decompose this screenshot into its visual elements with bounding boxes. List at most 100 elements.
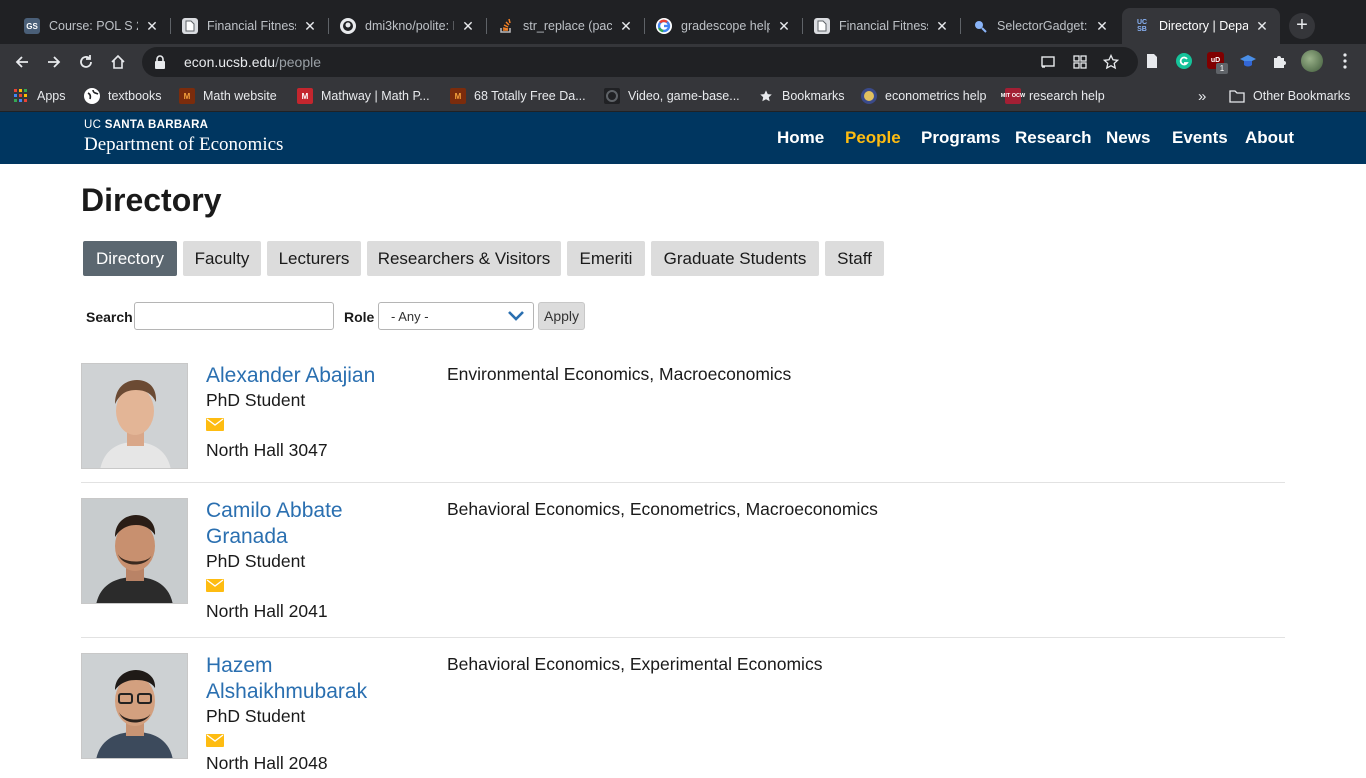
bookmark-label: textbooks [108,89,162,103]
browser-tab[interactable]: dmi3kno/polite: I ✕ [328,8,486,44]
person-photo[interactable] [81,363,188,469]
browser-tab[interactable]: Financial Fitness ✕ [170,8,328,44]
bookmark-video-game[interactable]: Video, game-base... [604,86,740,106]
bookmark-textbooks[interactable]: textbooks [84,86,162,106]
math-site-icon: M [179,88,195,104]
bookmarks-overflow-button[interactable]: » [1198,86,1206,106]
reload-button[interactable] [74,50,98,74]
nav-people[interactable]: People [845,128,901,148]
mathway-icon: M [297,88,313,104]
bookmark-mathway[interactable]: M Mathway | Math P... [297,86,430,106]
document-icon [814,18,830,34]
url-path: /people [275,54,322,70]
other-bookmarks-folder[interactable]: Other Bookmarks [1229,86,1350,106]
bookmark-research-help[interactable]: MIT OCW research help [1001,86,1105,106]
browser-tab[interactable]: SelectorGadget: ✕ [960,8,1120,44]
browser-tab[interactable]: gradescope help ✕ [644,8,802,44]
department-name[interactable]: Department of Economics [84,134,283,156]
nav-news[interactable]: News [1106,128,1150,148]
ublock-icon[interactable]: uD 1 [1207,52,1229,76]
tab-graduate-students[interactable]: Graduate Students [651,241,819,276]
close-tab-icon[interactable]: ✕ [1094,18,1110,35]
bookmark-label: Math website [203,89,277,103]
envelope-icon[interactable] [206,579,224,592]
person-photo[interactable] [81,498,188,604]
extension-badge: 1 [1216,63,1228,74]
lock-icon [155,55,165,69]
profile-avatar[interactable] [1301,50,1323,72]
graduation-cap-icon[interactable] [1239,52,1257,70]
nav-research[interactable]: Research [1015,128,1092,148]
site-header: UC SANTA BARBARA Department of Economics… [0,112,1366,164]
browser-tab[interactable]: GS Course: POL S 2 ✕ [12,8,170,44]
puzzle-icon[interactable] [1271,52,1289,70]
bookmark-free-data[interactable]: M 68 Totally Free Da... [450,86,586,106]
close-tab-icon[interactable]: ✕ [776,18,792,35]
grid-icon[interactable] [1072,54,1088,70]
back-button[interactable] [10,50,34,74]
arrow-right-icon [48,56,61,68]
close-tab-icon[interactable]: ✕ [618,18,634,35]
bookmark-folder-bookmarks[interactable]: Bookmarks [758,86,845,106]
more-menu-icon[interactable] [1336,52,1354,70]
mit-ocw-icon: MIT OCW [1001,88,1025,104]
role-selected-value: - Any - [391,309,429,324]
url-host: econ.ucsb.edu [184,54,276,70]
bookmark-econometrics[interactable]: econometrics help [861,86,986,106]
bookmark-apps[interactable]: Apps [13,86,66,106]
tab-staff[interactable]: Staff [825,241,884,276]
address-bar[interactable]: econ.ucsb.edu/people [142,47,1138,77]
star-icon [758,88,774,104]
bookmark-label: Other Bookmarks [1253,89,1351,103]
github-icon [340,18,356,34]
tab-faculty[interactable]: Faculty [183,241,261,276]
bookmark-label: research help [1029,89,1105,103]
person-name-link[interactable]: Camilo Abbate Granada [206,498,426,550]
search-label: Search [86,309,133,325]
close-tab-icon[interactable]: ✕ [1254,18,1270,35]
bookmark-math-website[interactable]: M Math website [179,86,277,106]
tab-lecturers[interactable]: Lecturers [267,241,361,276]
grammarly-icon[interactable] [1175,52,1193,70]
close-tab-icon[interactable]: ✕ [460,18,476,35]
bookmark-label: 68 Totally Free Da... [474,89,586,103]
tab-directory[interactable]: Directory [83,241,177,276]
person-research-fields: Environmental Economics, Macroeconomics [447,364,792,384]
folder-icon [1229,88,1245,104]
globe-icon [84,88,100,104]
browser-tab[interactable]: str_replace (pac ✕ [486,8,644,44]
tab-emeriti[interactable]: Emeriti [567,241,645,276]
cast-icon[interactable] [1040,54,1056,70]
chevron-down-icon [508,311,524,321]
ucsb-wordmark[interactable]: UC SANTA BARBARA [84,119,208,131]
forward-button[interactable] [42,50,66,74]
person-entry: Hazem Alshaikhmubarak PhD Student North … [81,653,1285,778]
person-name-link[interactable]: Alexander Abajian [206,363,426,389]
search-input[interactable] [134,302,334,330]
browser-tab-strip: GS Course: POL S 2 ✕ Financial Fitness ✕… [0,0,1366,44]
apply-button[interactable]: Apply [538,302,585,330]
close-tab-icon[interactable]: ✕ [302,18,318,35]
star-icon[interactable] [1103,54,1119,70]
envelope-icon[interactable] [206,418,224,431]
nav-about[interactable]: About [1245,128,1294,148]
person-title: PhD Student [206,706,306,726]
document-extension-icon[interactable] [1143,52,1161,70]
home-button[interactable] [106,50,130,74]
nav-home[interactable]: Home [777,128,824,148]
close-tab-icon[interactable]: ✕ [934,18,950,35]
page-title: Directory [81,182,222,218]
nav-events[interactable]: Events [1172,128,1228,148]
google-icon [656,18,672,34]
close-tab-icon[interactable]: ✕ [144,18,160,35]
tab-researchers-visitors[interactable]: Researchers & Visitors [367,241,561,276]
person-photo[interactable] [81,653,188,759]
nav-programs[interactable]: Programs [921,128,1000,148]
browser-tab[interactable]: Financial Fitness ✕ [802,8,960,44]
stackoverflow-icon [498,18,514,34]
browser-tab-active[interactable]: UC SB Directory | Depar ✕ [1122,8,1280,44]
role-select[interactable]: - Any - [378,302,534,330]
person-name-link[interactable]: Hazem Alshaikhmubarak [206,653,426,705]
envelope-icon[interactable] [206,734,224,747]
new-tab-button[interactable]: + [1289,13,1315,39]
